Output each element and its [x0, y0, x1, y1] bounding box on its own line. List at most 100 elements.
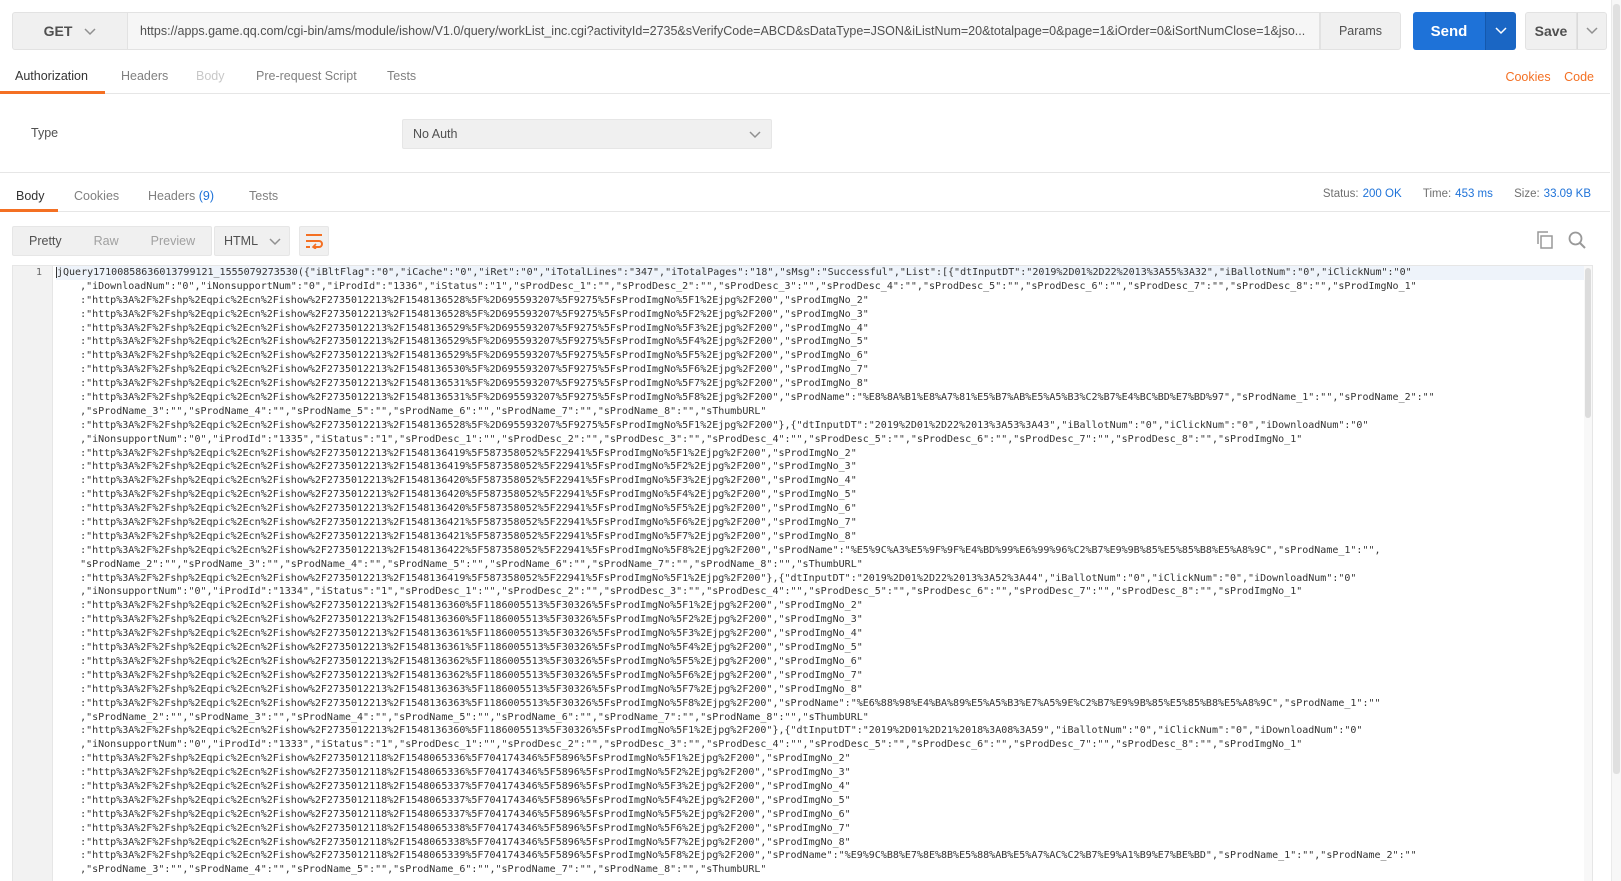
- auth-type-value: No Auth: [413, 127, 458, 141]
- response-body-editor[interactable]: 1 jQuery17100858636013799121_15550792735…: [12, 265, 1593, 881]
- code-line: :"http%3A%2F%2Fshp%2Eqpic%2Ecn%2Fishow%2…: [56, 322, 869, 334]
- code-line: :"http%3A%2F%2Fshp%2Eqpic%2Ecn%2Fishow%2…: [56, 642, 863, 654]
- headers-count: (9): [198, 189, 215, 203]
- editor-scrollbar[interactable]: [1584, 266, 1592, 881]
- time-value: 453 ms: [1455, 188, 1493, 200]
- size-value: 33.09 KB: [1543, 188, 1591, 200]
- pretty-button[interactable]: Pretty: [13, 227, 78, 255]
- view-mode-group: Pretty Raw Preview: [12, 226, 213, 256]
- line-number: 1: [35, 267, 42, 278]
- code-line: :"http%3A%2F%2Fshp%2Eqpic%2Ecn%2Fishow%2…: [56, 475, 857, 487]
- section-divider: [0, 172, 1610, 173]
- send-button[interactable]: Send: [1413, 12, 1485, 50]
- chevron-down-icon: [84, 23, 96, 39]
- code-line: jQuery17100858636013799121_1555079273530…: [56, 266, 1588, 280]
- code-line: :"http%3A%2F%2Fshp%2Eqpic%2Ecn%2Fishow%2…: [56, 364, 869, 376]
- code-line: :"http%3A%2F%2Fshp%2Eqpic%2Ecn%2Fishow%2…: [56, 350, 869, 362]
- language-value: HTML: [224, 234, 259, 248]
- code-line: ,"sProdName_3":"","sProdName_4":"","sPro…: [56, 405, 767, 417]
- code-line: ,"sProdName_2":"","sProdName_3":"","sPro…: [56, 711, 869, 723]
- chevron-down-icon: [1495, 27, 1507, 35]
- code-line: ,"iNonsupportNum":"0","iProdId":"1335","…: [56, 433, 1303, 445]
- tab-body[interactable]: Body: [196, 62, 225, 94]
- tab-tests[interactable]: Tests: [387, 62, 416, 94]
- code-line: :"http%3A%2F%2Fshp%2Eqpic%2Ecn%2Fishow%2…: [56, 697, 1381, 709]
- code-line: :"http%3A%2F%2Fshp%2Eqpic%2Ecn%2Fishow%2…: [56, 503, 857, 515]
- tab-prerequest-script[interactable]: Pre-request Script: [256, 62, 357, 94]
- code-line: :"http%3A%2F%2Fshp%2Eqpic%2Ecn%2Fishow%2…: [56, 294, 869, 306]
- code-line: :"http%3A%2F%2Fshp%2Eqpic%2Ecn%2Fishow%2…: [56, 572, 1357, 584]
- status-label: Status:: [1322, 188, 1359, 200]
- code-line: :"http%3A%2F%2Fshp%2Eqpic%2Ecn%2Fishow%2…: [56, 600, 863, 612]
- search-icon[interactable]: [1567, 230, 1587, 253]
- tab-response-body[interactable]: Body: [0, 182, 58, 212]
- code-line: :"http%3A%2F%2Fshp%2Eqpic%2Ecn%2Fishow%2…: [56, 780, 851, 792]
- code-line: :"http%3A%2F%2Fshp%2Eqpic%2Ecn%2Fishow%2…: [56, 850, 1417, 862]
- code-line: :"http%3A%2F%2Fshp%2Eqpic%2Ecn%2Fishow%2…: [56, 794, 851, 806]
- code-line: :"http%3A%2F%2Fshp%2Eqpic%2Ecn%2Fishow%2…: [56, 336, 869, 348]
- time-label: Time:: [1422, 188, 1452, 200]
- chevron-down-icon: [1586, 27, 1598, 35]
- code-line: :"http%3A%2F%2Fshp%2Eqpic%2Ecn%2Fishow%2…: [56, 489, 857, 501]
- auth-type-select[interactable]: No Auth: [402, 119, 772, 149]
- line-number-gutter: 1: [13, 266, 53, 881]
- code-line: :"http%3A%2F%2Fshp%2Eqpic%2Ecn%2Fishow%2…: [56, 822, 851, 834]
- status-value: 200 OK: [1362, 188, 1402, 200]
- tab-headers[interactable]: Headers: [121, 62, 168, 94]
- code-line: :"http%3A%2F%2Fshp%2Eqpic%2Ecn%2Fishow%2…: [56, 669, 863, 681]
- code-line: :"http%3A%2F%2Fshp%2Eqpic%2Ecn%2Fishow%2…: [56, 419, 1369, 431]
- wrap-lines-button[interactable]: [299, 226, 329, 256]
- code-line: :"http%3A%2F%2Fshp%2Eqpic%2Ecn%2Fishow%2…: [56, 544, 1381, 556]
- code-line: :"http%3A%2F%2Fshp%2Eqpic%2Ecn%2Fishow%2…: [56, 683, 863, 695]
- send-dropdown-button[interactable]: [1485, 12, 1516, 50]
- params-button[interactable]: Params: [1320, 12, 1401, 50]
- code-line: :"http%3A%2F%2Fshp%2Eqpic%2Ecn%2Fishow%2…: [56, 725, 1363, 737]
- raw-button[interactable]: Raw: [78, 227, 135, 255]
- save-dropdown-button[interactable]: [1577, 12, 1607, 50]
- cookies-link[interactable]: Cookies: [1505, 70, 1550, 84]
- tab-response-headers-label: Headers: [148, 189, 196, 203]
- tab-response-tests[interactable]: Tests: [249, 182, 278, 212]
- code-line: :"http%3A%2F%2Fshp%2Eqpic%2Ecn%2Fishow%2…: [56, 836, 851, 848]
- request-tabs: Authorization Headers Body Pre-request S…: [0, 62, 1610, 94]
- copy-icon[interactable]: [1535, 230, 1555, 253]
- editor-scrollbar-thumb[interactable]: [1585, 268, 1591, 418]
- text-cursor: [56, 266, 57, 278]
- request-links: Cookies Code: [1495, 70, 1594, 84]
- preview-button[interactable]: Preview: [135, 227, 211, 255]
- code-line: :"http%3A%2F%2Fshp%2Eqpic%2Ecn%2Fishow%2…: [56, 655, 863, 667]
- code-line: :"http%3A%2F%2Fshp%2Eqpic%2Ecn%2Fishow%2…: [56, 767, 851, 779]
- tab-authorization[interactable]: Authorization: [0, 62, 105, 94]
- code-link[interactable]: Code: [1564, 70, 1594, 84]
- tab-response-cookies[interactable]: Cookies: [74, 182, 119, 212]
- code-line: :"http%3A%2F%2Fshp%2Eqpic%2Ecn%2Fishow%2…: [56, 530, 857, 542]
- code-line: :"http%3A%2F%2Fshp%2Eqpic%2Ecn%2Fishow%2…: [56, 753, 851, 765]
- code-line: ,"iNonsupportNum":"0","iProdId":"1333","…: [56, 739, 1303, 751]
- code-line: ,"sProdName_3":"","sProdName_4":"","sPro…: [56, 864, 767, 876]
- wrap-lines-icon: [306, 234, 323, 249]
- code-line: :"http%3A%2F%2Fshp%2Eqpic%2Ecn%2Fishow%2…: [56, 517, 857, 529]
- url-input[interactable]: https://apps.game.qq.com/cgi-bin/ams/mod…: [127, 12, 1320, 50]
- method-select[interactable]: GET: [12, 12, 127, 50]
- code-line: :"http%3A%2F%2Fshp%2Eqpic%2Ecn%2Fishow%2…: [56, 447, 857, 459]
- auth-type-label: Type: [31, 126, 59, 140]
- tab-response-headers[interactable]: Headers (9): [148, 182, 214, 212]
- save-button[interactable]: Save: [1525, 12, 1577, 50]
- code-line: :"http%3A%2F%2Fshp%2Eqpic%2Ecn%2Fishow%2…: [56, 378, 869, 390]
- method-label: GET: [43, 23, 73, 39]
- language-select[interactable]: HTML: [214, 226, 290, 256]
- response-status-bar: Status: 200 OK Time: 453 ms Size: 33.09 KB: [1305, 188, 1591, 200]
- chevron-down-icon: [269, 235, 281, 249]
- page-scrollbar[interactable]: [1611, 0, 1621, 881]
- size-label: Size:: [1514, 188, 1540, 200]
- code-line: :"http%3A%2F%2Fshp%2Eqpic%2Ecn%2Fishow%2…: [56, 461, 857, 473]
- code-line: :"http%3A%2F%2Fshp%2Eqpic%2Ecn%2Fishow%2…: [56, 308, 869, 320]
- code-line: :"http%3A%2F%2Fshp%2Eqpic%2Ecn%2Fishow%2…: [56, 392, 1435, 404]
- code-line: "sProdName_2":"","sProdName_3":"","sProd…: [56, 558, 863, 570]
- chevron-down-icon: [749, 128, 761, 142]
- code-line: :"http%3A%2F%2Fshp%2Eqpic%2Ecn%2Fishow%2…: [56, 614, 863, 626]
- code-line: ,"iDownloadNum":"0","iNonsupportNum":"0"…: [56, 280, 1417, 292]
- code-line: :"http%3A%2F%2Fshp%2Eqpic%2Ecn%2Fishow%2…: [56, 808, 851, 820]
- response-code: jQuery17100858636013799121_1555079273530…: [56, 266, 1588, 877]
- page-scrollbar-thumb[interactable]: [1613, 4, 1620, 774]
